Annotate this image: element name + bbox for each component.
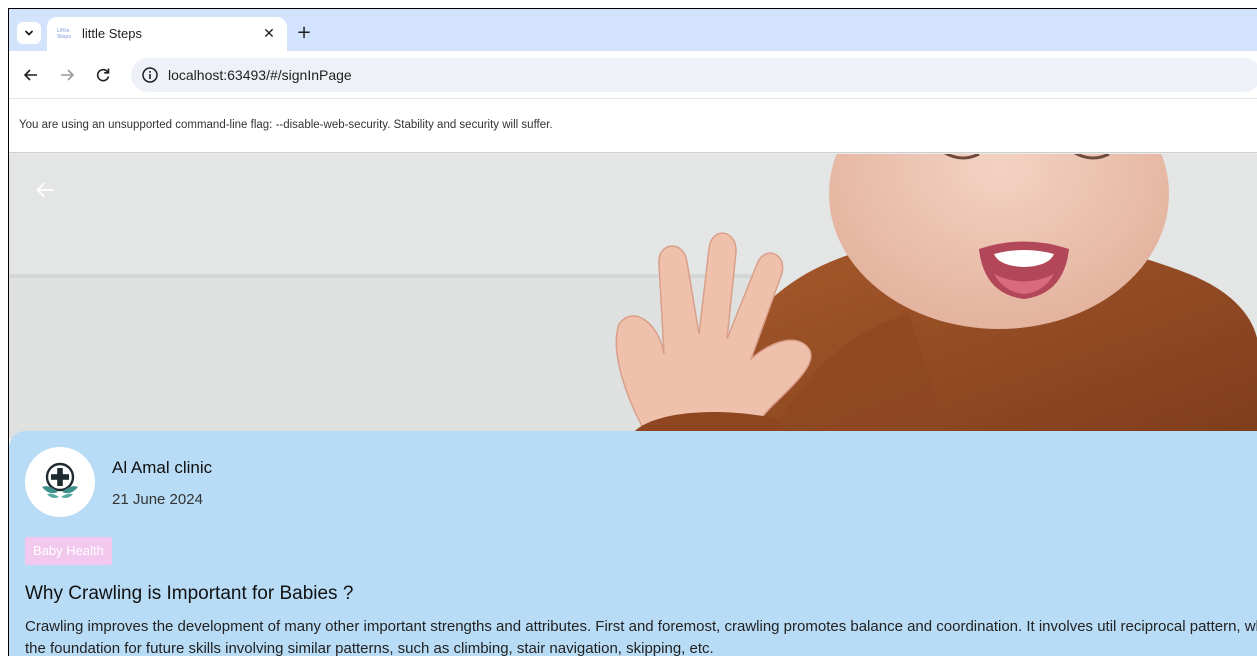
post-date: 21 June 2024 [112,491,203,508]
toolbar: localhost:63493/#/signInPage [9,51,1257,99]
arrow-left-icon [23,69,37,81]
plus-icon: + [296,21,312,43]
back-button[interactable] [19,63,43,87]
new-tab-button[interactable]: + [291,20,317,44]
warning-infobar: You are using an unsupported command-lin… [9,99,1257,153]
hero-image [9,154,1257,439]
tab-active[interactable]: Little Steps little Steps ✕ [47,17,287,51]
page-content: Al Amal clinic 21 June 2024 Baby Health … [9,154,1257,656]
tab-search-button[interactable] [17,22,41,44]
forward-button[interactable] [55,63,79,87]
address-bar[interactable]: localhost:63493/#/signInPage [131,58,1257,92]
reload-button[interactable] [91,63,115,87]
clinic-avatar [25,447,95,517]
article-card: Al Amal clinic 21 June 2024 Baby Health … [9,431,1257,656]
article-title: Why Crawling is Important for Babies ? [25,583,354,604]
url-text: localhost:63493/#/signInPage [168,67,352,83]
tab-favicon-icon: Little Steps [57,28,71,40]
reload-icon [96,68,110,82]
clinic-logo-icon [42,462,78,498]
arrow-right-icon [61,69,75,81]
info-icon[interactable] [141,66,159,84]
tab-title: little Steps [82,26,142,41]
article-body: Crawling improves the development of man… [25,618,1257,656]
chevron-down-icon [25,30,33,36]
clinic-name: Al Amal clinic [112,458,213,477]
tab-strip: Little Steps little Steps ✕ + [9,9,1257,51]
close-icon[interactable]: ✕ [259,24,279,44]
category-tag[interactable]: Baby Health [25,537,112,565]
browser-window: Little Steps little Steps ✕ + localhost:… [8,8,1257,656]
back-arrow-icon[interactable] [31,176,59,204]
baby-photo [9,154,1257,439]
infobar-message: You are using an unsupported command-lin… [19,119,553,131]
